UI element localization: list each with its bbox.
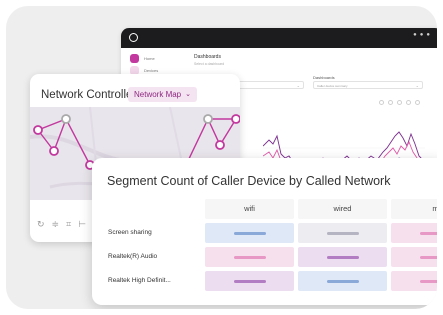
app-heading: Dashboards	[194, 54, 221, 60]
network-node	[215, 140, 225, 150]
segment-bar	[233, 279, 266, 283]
segment-cell[interactable]	[205, 223, 294, 243]
network-node	[203, 114, 213, 124]
map-toolbar: ↻ ≑ ⌗ ⊢	[37, 219, 86, 230]
segment-bar	[419, 255, 437, 259]
more-icon[interactable]: ⊢	[78, 219, 86, 230]
filter-2-select[interactable]: Caller device summary ⌄	[313, 81, 423, 89]
home-icon	[130, 54, 139, 63]
segment-cell[interactable]	[205, 247, 294, 267]
user-icon[interactable]: ●	[413, 32, 420, 38]
segment-cell[interactable]	[391, 223, 437, 243]
promo-frame: ●●● Home Devices Dashboards Select a das…	[6, 6, 437, 309]
sidebar-item-label: Devices	[144, 68, 159, 73]
column-header-wired[interactable]: wired	[298, 199, 387, 219]
sidebar-item-label: Home	[144, 56, 155, 61]
zoom-in-icon[interactable]	[379, 100, 384, 105]
segment-cell[interactable]	[391, 271, 437, 291]
segment-cell[interactable]	[391, 247, 437, 267]
chart-tools	[379, 100, 420, 105]
network-controller-title: Network Controller	[41, 89, 137, 101]
row-label-screen-sharing: Screen sharing	[108, 229, 152, 236]
filter-icon[interactable]: ≑	[52, 219, 60, 230]
segment-cell[interactable]	[298, 223, 387, 243]
segment-cell[interactable]	[205, 271, 294, 291]
menu-icon[interactable]	[415, 100, 420, 105]
chevron-down-icon: ⌄	[185, 91, 191, 98]
segment-cell[interactable]	[298, 271, 387, 291]
filter-2-label: Dashboards	[313, 75, 335, 80]
topbar-icons: ●●●	[413, 32, 433, 38]
segment-bar	[326, 255, 359, 259]
refresh-icon[interactable]: ↻	[37, 219, 45, 230]
row-label-realtek-audio: Realtek(R) Audio	[108, 253, 158, 260]
segment-count-card: Segment Count of Caller Device by Called…	[92, 158, 437, 305]
download-icon[interactable]	[406, 100, 411, 105]
segment-bar	[233, 255, 266, 259]
network-node	[49, 146, 59, 156]
zoom-out-icon[interactable]	[388, 100, 393, 105]
menu-icon[interactable]: ●	[426, 32, 433, 38]
column-header-third[interactable]: m	[391, 199, 437, 219]
sidebar-item-home[interactable]: Home	[130, 54, 155, 63]
segment-bar	[233, 231, 266, 235]
segment-bar	[326, 231, 359, 235]
row-label-realtek-hd: Realtek High Definit...	[108, 277, 171, 284]
column-header-wifi[interactable]: wifi	[205, 199, 294, 219]
network-node	[33, 125, 43, 135]
segment-table-title: Segment Count of Caller Device by Called…	[107, 174, 391, 188]
app-topbar: ●●●	[121, 28, 437, 48]
app-subheading: Select a dashboard	[194, 62, 225, 66]
segment-cell[interactable]	[298, 247, 387, 267]
app-logo-icon	[129, 33, 138, 42]
view-select[interactable]: Network Map ⌄	[128, 87, 197, 102]
network-node	[231, 114, 240, 124]
reset-icon[interactable]	[397, 100, 402, 105]
fullscreen-icon[interactable]: ⌗	[66, 219, 71, 230]
chevron-down-icon: ⌄	[415, 83, 419, 88]
segment-bar	[419, 279, 437, 283]
network-node	[61, 114, 71, 124]
segment-bar	[326, 279, 359, 283]
segment-bar	[419, 231, 437, 235]
chevron-down-icon: ⌄	[296, 83, 300, 88]
